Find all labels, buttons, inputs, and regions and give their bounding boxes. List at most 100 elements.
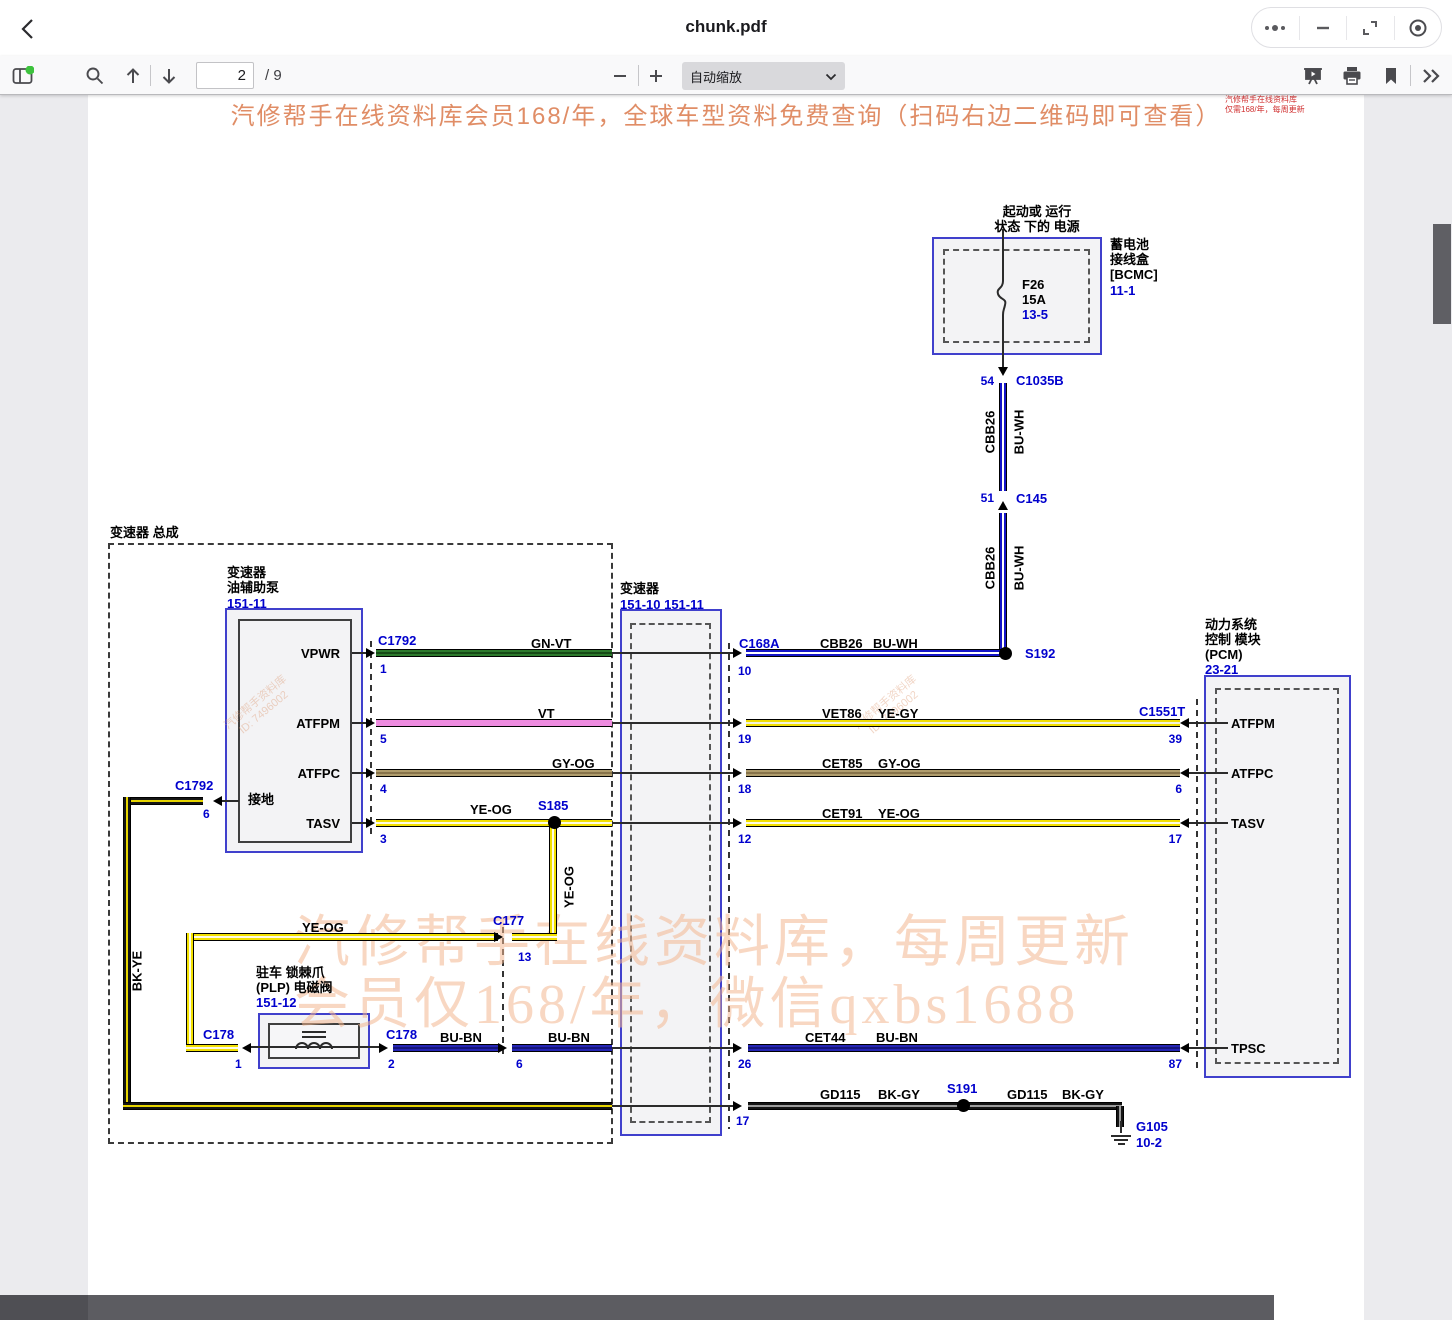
pin-54: 54 <box>974 374 994 389</box>
wirecolor-vt: VT <box>538 706 555 721</box>
fuse-wire2 <box>1002 315 1004 367</box>
connector-arrow <box>366 718 375 728</box>
record-icon[interactable] <box>1395 16 1442 40</box>
connector-c177: C177 <box>493 913 524 928</box>
color-bkgyb: BK-GY <box>1062 1087 1104 1102</box>
plp-ref: 151-12 <box>256 995 296 1010</box>
pin-17c: 17 <box>1162 832 1182 847</box>
pcm-stub <box>1189 822 1228 824</box>
circuit-cet85: CET85 <box>822 756 862 771</box>
pcm-name1: 动力系统 <box>1205 617 1257 632</box>
pin-6: 6 <box>203 807 210 822</box>
pump-name1: 变速器 <box>227 565 266 580</box>
pin-19: 19 <box>738 732 751 747</box>
pdf-page: 汽修帮手在线资料库会员168/年，全球车型资料免费查询（扫码右边二维码即可查看）… <box>88 95 1364 1320</box>
connector-arrow <box>1180 768 1189 778</box>
more-tools-icon[interactable] <box>1418 63 1444 89</box>
minimize-icon[interactable] <box>1300 16 1347 40</box>
presentation-mode-icon[interactable] <box>1300 63 1326 89</box>
fuse-rating: 15A <box>1022 292 1046 307</box>
pcm-stub <box>1189 1047 1228 1049</box>
pcm-pin-tpsc: TPSC <box>1231 1041 1266 1056</box>
page-down-icon[interactable] <box>156 63 182 89</box>
circuit-vet86: VET86 <box>822 706 862 721</box>
color-buwh-h: BU-WH <box>873 636 918 651</box>
divider <box>150 65 151 86</box>
back-icon[interactable] <box>16 16 42 42</box>
pass-wire <box>612 722 734 724</box>
connector-arrow <box>366 818 375 828</box>
wire-gn-vt <box>376 649 612 657</box>
splice-s185-label: S185 <box>538 798 568 813</box>
zoom-out-icon[interactable] <box>607 63 633 89</box>
battery-junction-box-inner <box>943 249 1090 343</box>
vertical-scrollbar-thumb[interactable] <box>1433 224 1451 324</box>
circuit-cet44: CET44 <box>805 1030 845 1045</box>
pin-4: 4 <box>380 782 387 797</box>
pcm-name2: 控制 模块 <box>1205 632 1261 647</box>
pin-13: 13 <box>518 950 531 965</box>
document-title: chunk.pdf <box>685 17 766 37</box>
wire-yeog-branch-h2 <box>512 933 557 941</box>
pin-6c: 6 <box>516 1057 523 1072</box>
wire-bubn-a <box>393 1044 498 1052</box>
assembly-label: 变速器 总成 <box>110 525 179 540</box>
pump-pin-atfpm: ATFPM <box>238 716 340 731</box>
corner-note: 汽修帮手在线资料库 仅需168/年，每周更新 <box>1225 95 1305 115</box>
wire-bubn-b <box>512 1044 612 1052</box>
wirecolor-gn-vt: GN-VT <box>531 636 571 651</box>
divider <box>638 65 639 86</box>
connector-c1551t: C1551T <box>1139 704 1185 719</box>
pin-87: 87 <box>1162 1057 1182 1072</box>
splice-s185 <box>548 816 561 829</box>
wire-cet44-bubn <box>748 1044 1180 1052</box>
connector-arrow <box>733 1101 742 1111</box>
wire-yeog-to-plp <box>186 1044 238 1052</box>
pin-39: 39 <box>1162 732 1182 747</box>
wire-yeog-branch-v <box>549 823 557 941</box>
color-buwh: BU-WH <box>1012 410 1027 455</box>
find-icon[interactable] <box>82 63 108 89</box>
connector-c1035b: C1035B <box>1016 373 1064 388</box>
page-up-icon[interactable] <box>120 63 146 89</box>
pass-wire <box>612 652 734 654</box>
zoom-mode-select[interactable]: 自动缩放 <box>682 62 845 90</box>
print-icon[interactable] <box>1339 63 1365 89</box>
ground-lead <box>1120 1121 1122 1133</box>
current-view-icon[interactable] <box>1378 63 1404 89</box>
pass-wire <box>612 1047 734 1049</box>
connector-arrow <box>733 1043 742 1053</box>
wirecolor-gy-og: GY-OG <box>552 756 595 771</box>
fullscreen-icon[interactable] <box>1347 16 1394 40</box>
connector-c178-right: C178 <box>386 1027 417 1042</box>
pin-1b: 1 <box>235 1057 242 1072</box>
pcm-pin-atfpc: ATFPC <box>1231 766 1273 781</box>
color-buwh: BU-WH <box>1012 546 1027 591</box>
title-bar: chunk.pdf <box>0 0 1452 56</box>
connector-c145: C145 <box>1016 491 1047 506</box>
more-options-icon[interactable] <box>1252 16 1299 40</box>
pass-wire <box>612 822 734 824</box>
wire-vt <box>376 719 612 727</box>
splice-s191 <box>957 1099 970 1112</box>
pass-wire <box>612 772 734 774</box>
solenoid-coil-icon <box>284 1025 344 1057</box>
page-number-input[interactable] <box>196 62 254 89</box>
plp-name1: 驻车 锁棘爪 <box>256 965 325 980</box>
bjb-ref: 11-1 <box>1110 283 1135 298</box>
pcm-name3: (PCM) <box>1205 647 1243 662</box>
connector-arrow <box>1180 818 1189 828</box>
sidebar-toggle-icon[interactable] <box>10 63 36 89</box>
circuit-cbb26-h: CBB26 <box>820 636 863 651</box>
fuse-ref: 13-5 <box>1022 307 1048 322</box>
splice-s192 <box>999 647 1012 660</box>
fuse-name: F26 <box>1022 277 1044 292</box>
connector-arrow-down <box>998 367 1008 376</box>
power-state-label: 起动或 运行 <box>932 204 1142 219</box>
connector-c168a: C168A <box>739 636 779 651</box>
connector-arrow <box>1180 1043 1189 1053</box>
zoom-in-icon[interactable] <box>643 63 669 89</box>
pin-6b: 6 <box>1162 782 1182 797</box>
bjb-name1: 蓄电池 <box>1110 237 1149 252</box>
wire-gd115-bkgy <box>748 1102 1122 1110</box>
